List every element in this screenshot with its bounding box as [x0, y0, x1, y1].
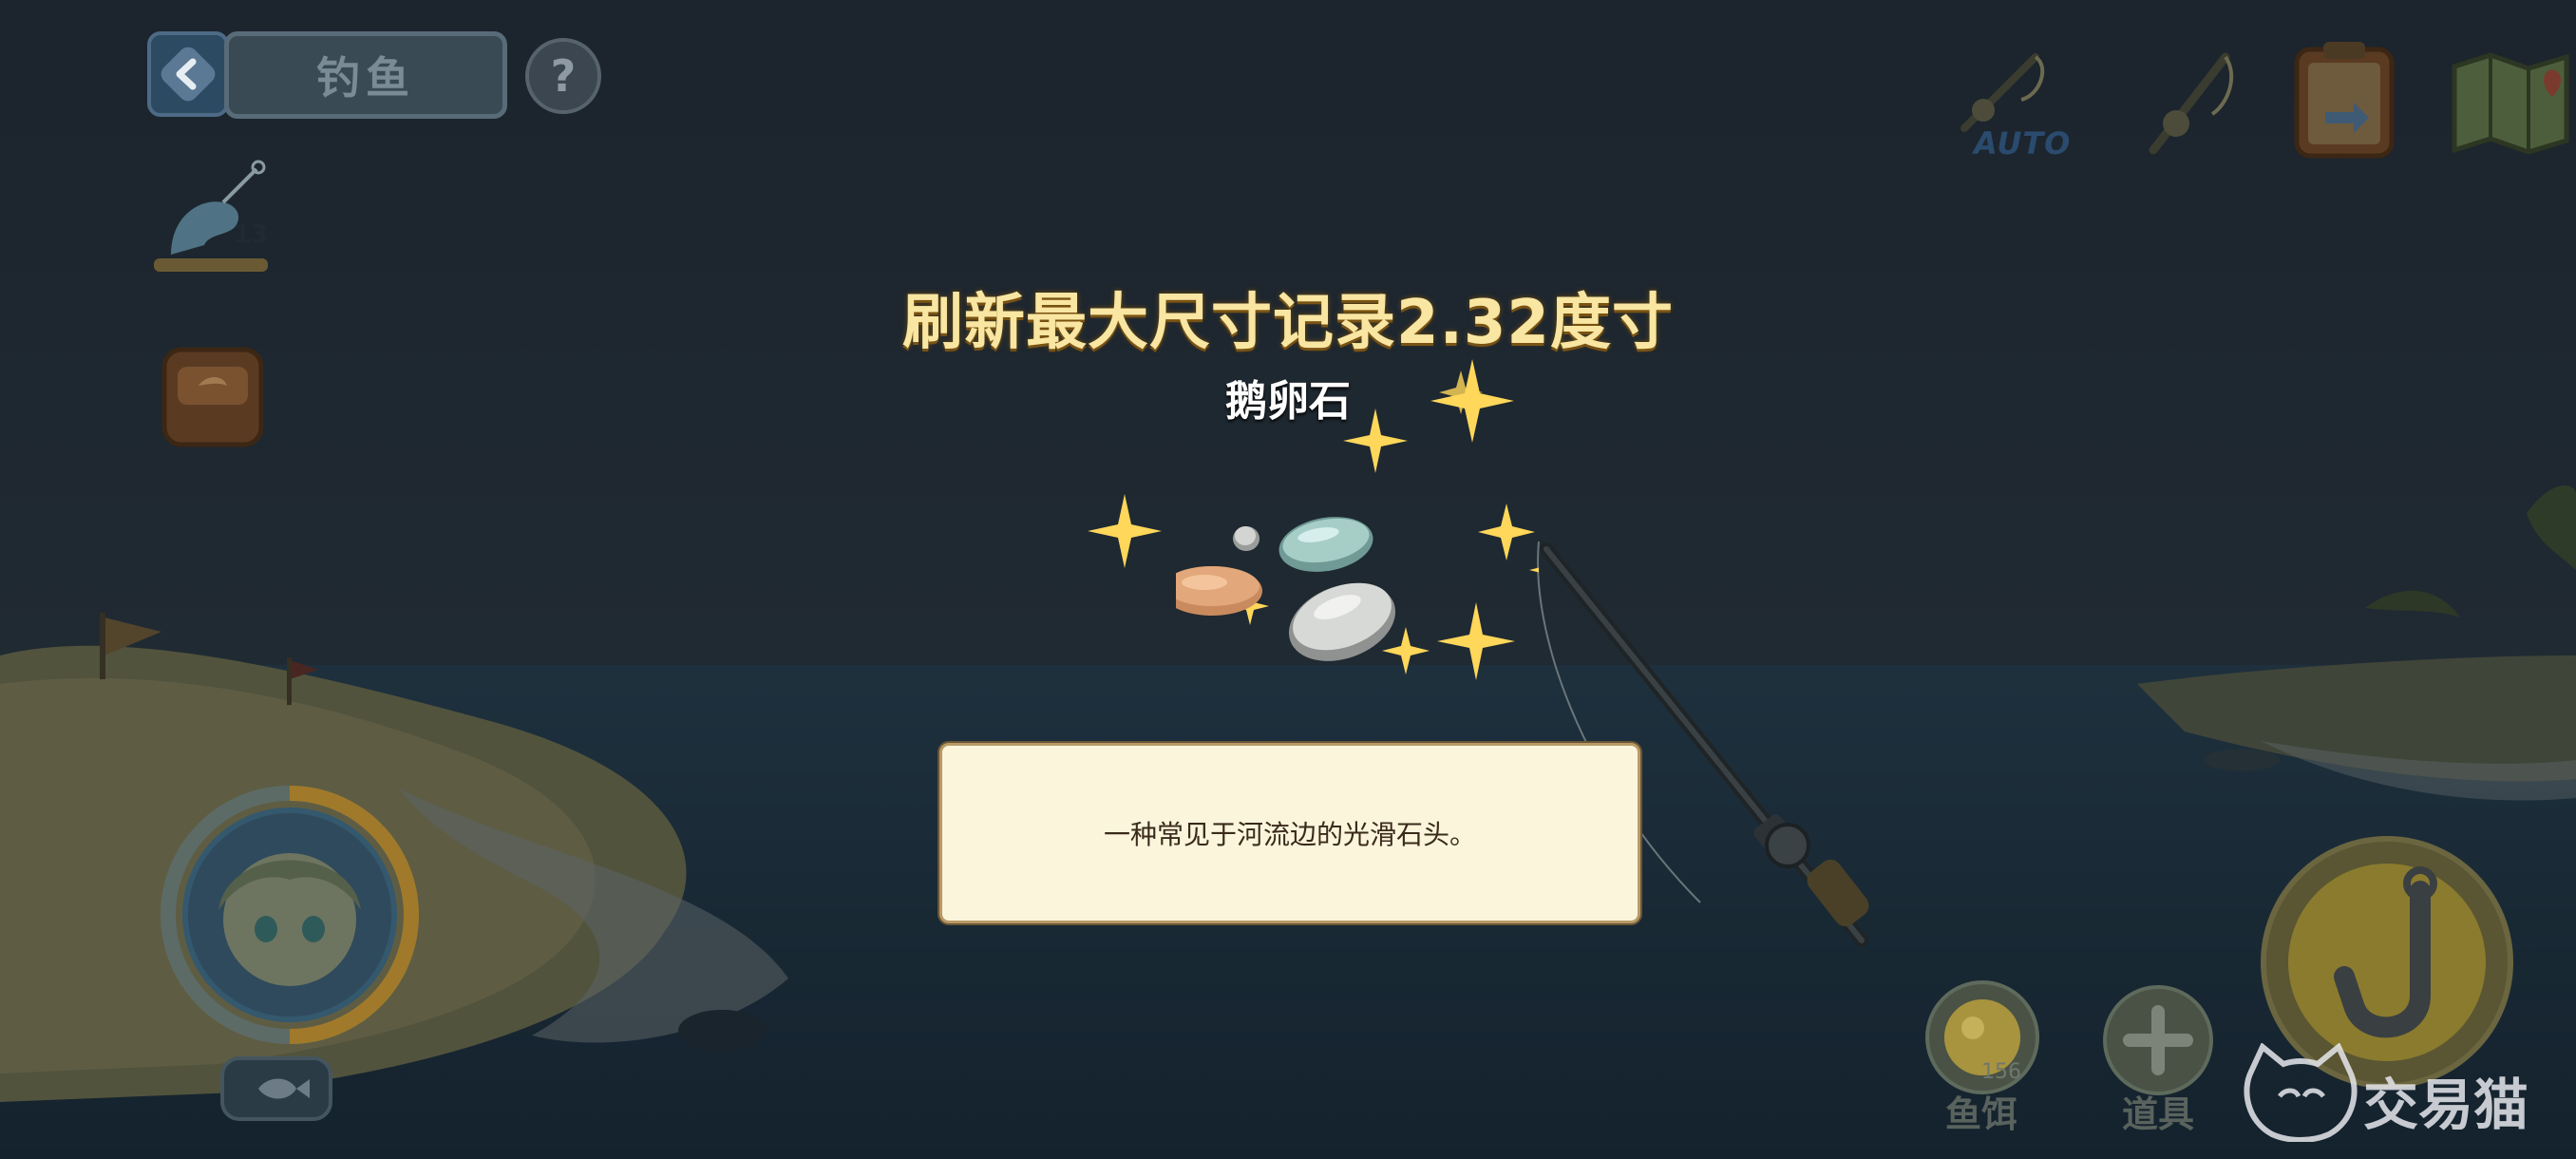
lure-count: 13 [234, 220, 269, 249]
avatar [161, 786, 420, 1044]
watermark-text: 交易猫 [2363, 1073, 2529, 1137]
bait-label: 鱼饵 [1945, 1093, 2018, 1135]
page-title: 钓鱼 [224, 31, 507, 119]
map-icon [2452, 52, 2569, 155]
tools-button[interactable] [2101, 983, 2215, 1097]
tools-label: 道具 [2122, 1093, 2195, 1135]
fishing-rod-button[interactable] [2132, 38, 2246, 162]
pebble-stones-icon [1176, 517, 1396, 661]
help-button[interactable]: ? [525, 38, 601, 114]
lure-item-button[interactable] [152, 160, 275, 278]
cat-logo-icon [2244, 1042, 2358, 1143]
quest-board-button[interactable] [2287, 38, 2401, 162]
item-description-panel: 一种常见于河流边的光滑石头。 [939, 743, 1640, 923]
fishing-rod-icon [2149, 52, 2234, 155]
auto-label: AUTO [1974, 125, 2072, 162]
item-description: 一种常见于河流边的光滑石头。 [1103, 819, 1476, 850]
catch-item-name: 鹅卵石 [1225, 377, 1351, 426]
help-icon: ? [550, 50, 577, 102]
back-arrow-icon [161, 47, 216, 102]
back-button[interactable] [147, 31, 229, 117]
character-avatar-button[interactable] [152, 777, 427, 1053]
bait-count: 156 [1981, 1060, 2021, 1084]
fish-icon [220, 1056, 332, 1121]
lure-icon [154, 160, 268, 272]
clipboard-icon [2294, 42, 2395, 159]
record-title: 刷新最大尺寸记录2.32度寸 [902, 288, 1674, 358]
watermark-logo [2242, 1042, 2359, 1143]
plus-icon [2103, 985, 2213, 1095]
map-button[interactable] [2449, 38, 2572, 162]
fish-bag-button[interactable] [220, 1054, 332, 1123]
